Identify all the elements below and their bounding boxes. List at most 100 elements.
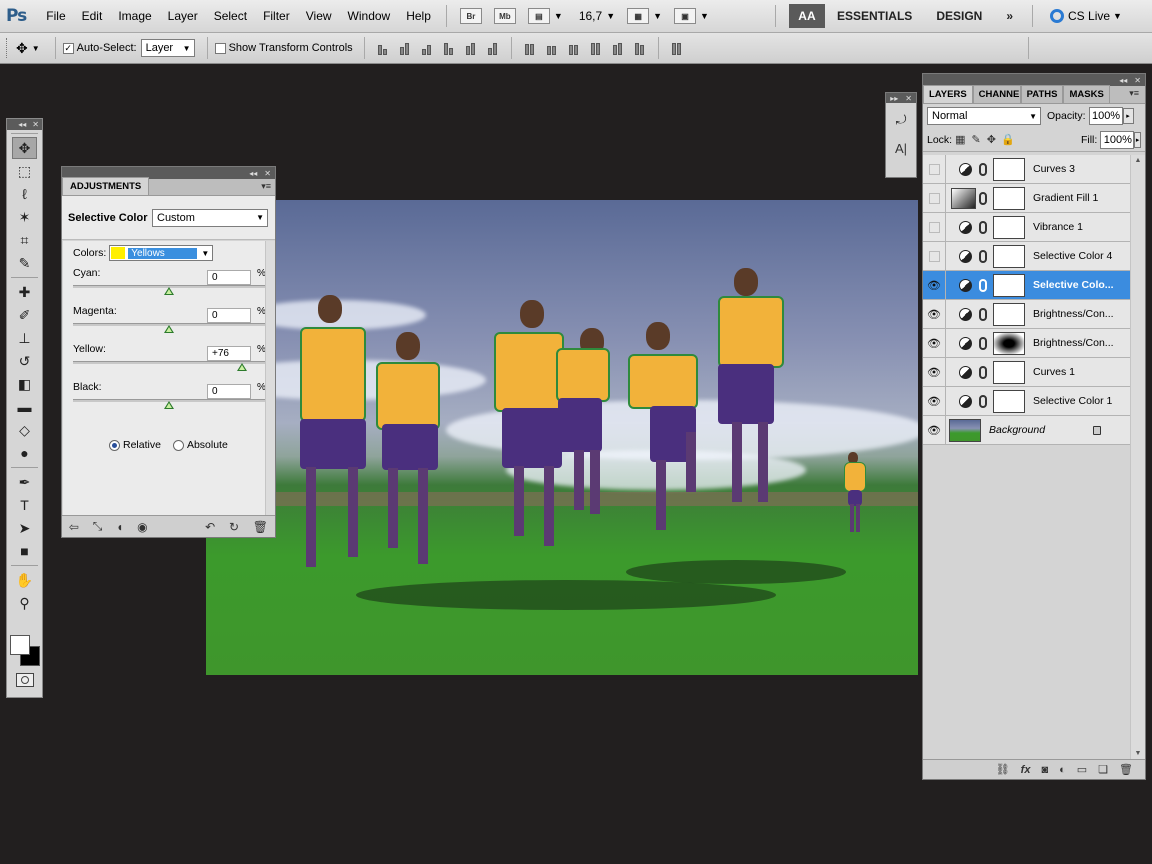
- layer-row[interactable]: 👁 Brightness/Con...: [923, 329, 1130, 358]
- eraser-tool-icon[interactable]: ◧: [12, 373, 37, 395]
- distribute-left-icon[interactable]: [587, 41, 605, 55]
- layer-row-background[interactable]: 👁 Background: [923, 416, 1130, 445]
- distribute-bottom-icon[interactable]: [565, 41, 583, 55]
- layer-row[interactable]: 👁 Selective Color 1: [923, 387, 1130, 416]
- blur-tool-icon[interactable]: ◇: [12, 419, 37, 441]
- eye-icon[interactable]: 👁: [923, 358, 946, 386]
- layer-style-fx-icon[interactable]: fx: [1021, 764, 1031, 776]
- layer-name[interactable]: Brightness/Con...: [1033, 308, 1123, 320]
- visibility-toggle[interactable]: [923, 213, 946, 241]
- back-to-list-icon[interactable]: ⇦: [69, 520, 79, 534]
- distribute-horizontal-center-icon[interactable]: [609, 41, 627, 55]
- add-mask-icon[interactable]: ◙: [1041, 764, 1048, 776]
- link-icon[interactable]: [979, 220, 987, 234]
- workspace-aa-button[interactable]: AA: [788, 4, 825, 28]
- workspace-essentials[interactable]: ESSENTIALS: [825, 9, 924, 23]
- screen-mode-icon[interactable]: ▣: [674, 8, 697, 24]
- eye-icon[interactable]: 👁: [923, 329, 946, 357]
- link-icon[interactable]: [979, 394, 987, 408]
- reset-icon[interactable]: ↻: [229, 520, 239, 534]
- colors-dropdown[interactable]: Yellows ▼: [109, 245, 214, 261]
- view-previous-state-icon[interactable]: ↶: [205, 520, 215, 534]
- yellow-value-input[interactable]: +76: [207, 346, 251, 361]
- black-value-input[interactable]: 0: [207, 384, 251, 399]
- layer-name[interactable]: Curves 1: [1033, 366, 1123, 378]
- background-layer-name[interactable]: Background: [989, 424, 1093, 436]
- lock-image-pixels-icon[interactable]: ✎: [972, 134, 981, 146]
- link-layers-icon[interactable]: ⛓: [996, 763, 1010, 776]
- more-workspaces-icon[interactable]: »: [994, 9, 1025, 23]
- eye-icon[interactable]: 👁: [923, 271, 946, 299]
- fill-slider-arrow-icon[interactable]: ▸: [1134, 131, 1141, 148]
- toggle-visibility-icon[interactable]: ◉: [137, 520, 147, 534]
- layer-row[interactable]: Curves 3: [923, 155, 1130, 184]
- clone-stamp-tool-icon[interactable]: ⊥: [12, 327, 37, 349]
- menu-layer[interactable]: Layer: [160, 9, 206, 23]
- menu-file[interactable]: File: [38, 9, 73, 23]
- chevron-down-icon[interactable]: ▼: [32, 44, 40, 53]
- distribute-vertical-center-icon[interactable]: [543, 41, 561, 55]
- collapse-icon[interactable]: ◂◂: [249, 169, 257, 178]
- marquee-tool-icon[interactable]: ⬚: [12, 160, 37, 182]
- layer-name[interactable]: Vibrance 1: [1033, 221, 1123, 233]
- menu-edit[interactable]: Edit: [74, 9, 111, 23]
- move-tool-preset-icon[interactable]: ✥: [16, 40, 28, 57]
- magenta-thumb[interactable]: [164, 325, 174, 333]
- layer-row[interactable]: 👁 Curves 1: [923, 358, 1130, 387]
- layer-row[interactable]: Vibrance 1: [923, 213, 1130, 242]
- layer-name[interactable]: Brightness/Con...: [1033, 337, 1123, 349]
- menu-view[interactable]: View: [298, 9, 340, 23]
- hand-tool-icon[interactable]: ✋: [12, 569, 37, 591]
- absolute-radio[interactable]: [172, 439, 184, 451]
- align-right-icon[interactable]: [484, 41, 502, 55]
- panel-menu-icon[interactable]: ▾≡: [1129, 88, 1143, 102]
- menu-select[interactable]: Select: [206, 9, 255, 23]
- menu-filter[interactable]: Filter: [255, 9, 298, 23]
- close-icon[interactable]: ✕: [905, 94, 912, 103]
- lasso-tool-icon[interactable]: ℓ: [12, 183, 37, 205]
- auto-select-dropdown[interactable]: Layer ▼: [140, 39, 195, 57]
- gradient-tool-icon[interactable]: ▬: [12, 396, 37, 418]
- zoom-tool-icon[interactable]: ⚲: [12, 592, 37, 614]
- trash-icon[interactable]: 🗑: [253, 520, 268, 534]
- link-icon[interactable]: [979, 278, 987, 292]
- eye-icon[interactable]: 👁: [923, 300, 946, 328]
- new-layer-icon[interactable]: ❏: [1098, 763, 1108, 776]
- chevron-down-icon[interactable]: ▼: [554, 11, 563, 21]
- eye-icon[interactable]: 👁: [923, 387, 946, 415]
- preset-dropdown[interactable]: Custom ▼: [152, 208, 268, 227]
- align-bottom-icon[interactable]: [418, 41, 436, 55]
- link-icon[interactable]: [979, 365, 987, 379]
- scroll-up-icon[interactable]: ▲: [1135, 157, 1142, 164]
- crop-tool-icon[interactable]: ⌗: [12, 229, 37, 251]
- workspace-design[interactable]: DESIGN: [924, 9, 994, 23]
- zoom-level[interactable]: 16,7: [569, 9, 608, 23]
- rectangle-tool-icon[interactable]: ■: [12, 540, 37, 562]
- new-adjustment-layer-icon[interactable]: ◐: [1059, 764, 1066, 776]
- layer-row-selected[interactable]: 👁 Selective Colo...: [923, 271, 1130, 300]
- align-left-icon[interactable]: [440, 41, 458, 55]
- lock-all-icon[interactable]: 🔒: [1001, 134, 1015, 146]
- collapse-icon[interactable]: ◂◂: [18, 120, 26, 129]
- relative-radio[interactable]: [109, 439, 120, 451]
- fill-input[interactable]: 100%: [1100, 130, 1135, 149]
- tab-layers[interactable]: LAYERS: [923, 85, 973, 103]
- lock-position-icon[interactable]: ✥: [987, 134, 996, 146]
- layer-row[interactable]: 👁 Brightness/Con...: [923, 300, 1130, 329]
- close-icon[interactable]: ✕: [1134, 76, 1141, 85]
- layer-mask-thumbnail[interactable]: [993, 215, 1025, 239]
- layers-scrollbar[interactable]: ▲ ▼: [1130, 155, 1145, 759]
- menu-help[interactable]: Help: [398, 9, 439, 23]
- chevron-down-icon[interactable]: ▼: [606, 11, 615, 21]
- menu-window[interactable]: Window: [340, 9, 399, 23]
- layer-row[interactable]: Gradient Fill 1: [923, 184, 1130, 213]
- black-thumb[interactable]: [164, 401, 174, 409]
- character-panel-icon[interactable]: A|: [890, 137, 912, 159]
- history-brush-tool-icon[interactable]: ↺: [12, 350, 37, 372]
- path-selection-tool-icon[interactable]: ➤: [12, 517, 37, 539]
- menu-image[interactable]: Image: [110, 9, 159, 23]
- show-transform-checkbox[interactable]: [214, 42, 226, 54]
- quick-mask-icon[interactable]: [16, 673, 34, 687]
- layer-mask-thumbnail[interactable]: [993, 389, 1025, 413]
- cs-live-menu[interactable]: CS Live ▼: [1050, 9, 1122, 23]
